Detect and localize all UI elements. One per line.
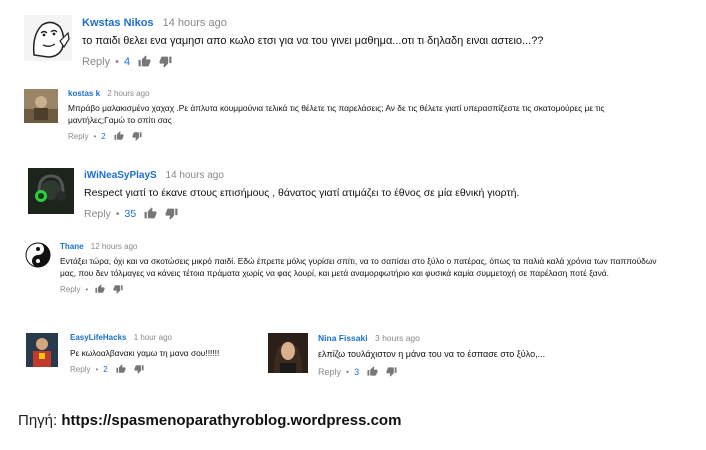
comment-text: ελπίζω τουλάχιστον η μάνα του να το έσπα… (318, 349, 546, 359)
avatar[interactable] (28, 168, 74, 214)
like-count: 4 (123, 55, 131, 68)
timestamp[interactable]: 14 hours ago (163, 17, 227, 29)
thumbs-down-icon[interactable] (134, 364, 144, 374)
comment-text: Εντάξει τώρα, όχι και να σκοτώσεις μικρό… (60, 256, 657, 278)
reply-button[interactable]: Reply (60, 285, 80, 294)
timestamp[interactable]: 12 hours ago (91, 242, 138, 251)
separator: • (95, 364, 99, 374)
headset-avatar-icon (28, 168, 74, 214)
thumbs-up-icon[interactable] (144, 207, 157, 220)
yin-yang-icon (25, 242, 51, 268)
comment-text: Μπράβο μαλακισμένο χαχαχ .Ρε άπλυτα κουμ… (68, 103, 605, 125)
author-name[interactable]: Kwstas Nikos (82, 17, 154, 29)
meme-face-icon (24, 15, 72, 61)
like-count: 35 (124, 207, 137, 220)
comment-header: Thane 12 hours ago (60, 242, 660, 251)
avatar[interactable] (24, 89, 58, 123)
thumbs-up-icon[interactable] (116, 364, 126, 374)
comment-header: EasyLifeHacks 1 hour ago (70, 333, 290, 342)
thumbs-down-icon[interactable] (386, 366, 397, 377)
thumbs-down-icon[interactable] (159, 55, 172, 68)
timestamp[interactable]: 14 hours ago (166, 170, 224, 181)
comment-text: Respect γιατί το έκανε στους επισήμους ,… (84, 187, 520, 199)
thumbs-up-icon[interactable] (95, 284, 105, 294)
separator: • (93, 131, 97, 141)
comment-header: iWiNeaSyPlayS 14 hours ago (84, 170, 684, 181)
reply-button[interactable]: Reply (70, 365, 90, 374)
author-name[interactable]: iWiNeaSyPlayS (84, 170, 157, 181)
thumbs-down-icon[interactable] (165, 207, 178, 220)
source-line: Πηγή: https://spasmenoparathyroblog.word… (18, 412, 401, 429)
comment-actions: Reply • (60, 284, 660, 294)
like-count: 2 (103, 364, 108, 374)
reply-button[interactable]: Reply (82, 56, 110, 68)
timestamp[interactable]: 2 hours ago (107, 89, 149, 98)
comment-text: το παιδι θελει ενα γαμησι απο κωλο ετσι … (82, 35, 544, 47)
source-label: Πηγή: (18, 412, 62, 429)
author-name[interactable]: EasyLifeHacks (70, 333, 126, 342)
comment-actions: Reply • 4 (82, 55, 682, 68)
reply-button[interactable]: Reply (68, 132, 88, 141)
avatar[interactable] (268, 333, 308, 373)
timestamp[interactable]: 3 hours ago (375, 333, 420, 343)
avatar[interactable] (25, 242, 51, 268)
avatar[interactable] (26, 333, 58, 367)
thumbs-up-icon[interactable] (367, 366, 378, 377)
reply-button[interactable]: Reply (318, 367, 341, 377)
comment-actions: Reply • 2 (70, 364, 290, 374)
comment-header: Kwstas Nikos 14 hours ago (82, 17, 682, 29)
reply-button[interactable]: Reply (84, 208, 111, 220)
thumbs-up-icon[interactable] (138, 55, 151, 68)
separator: • (85, 284, 89, 294)
like-count: 3 (354, 366, 360, 377)
separator: • (115, 207, 120, 220)
timestamp[interactable]: 1 hour ago (134, 333, 172, 342)
separator: • (346, 366, 350, 377)
comment-actions: Reply • 2 (68, 131, 648, 141)
author-name[interactable]: Nina Fissaki (318, 333, 368, 343)
comment-actions: Reply • 3 (318, 366, 618, 377)
thumbs-down-icon[interactable] (132, 131, 142, 141)
comment-header: Nina Fissaki 3 hours ago (318, 333, 618, 343)
thumbs-down-icon[interactable] (113, 284, 123, 294)
photo-avatar-icon (268, 333, 308, 373)
source-link[interactable]: https://spasmenoparathyroblog.wordpress.… (61, 412, 401, 429)
separator: • (115, 55, 119, 68)
like-count: 2 (101, 131, 106, 141)
comment-text: Ρε κωλοαλβανακι γαμω τη μανα σου!!!!!! (70, 348, 220, 358)
comment-actions: Reply • 35 (84, 207, 684, 220)
avatar[interactable] (24, 15, 72, 61)
photo-avatar-icon (24, 89, 58, 123)
author-name[interactable]: Thane (60, 242, 84, 251)
author-name[interactable]: kostas k (68, 89, 100, 98)
comment-header: kostas k 2 hours ago (68, 89, 648, 98)
photo-avatar-icon (26, 333, 58, 367)
thumbs-up-icon[interactable] (114, 131, 124, 141)
